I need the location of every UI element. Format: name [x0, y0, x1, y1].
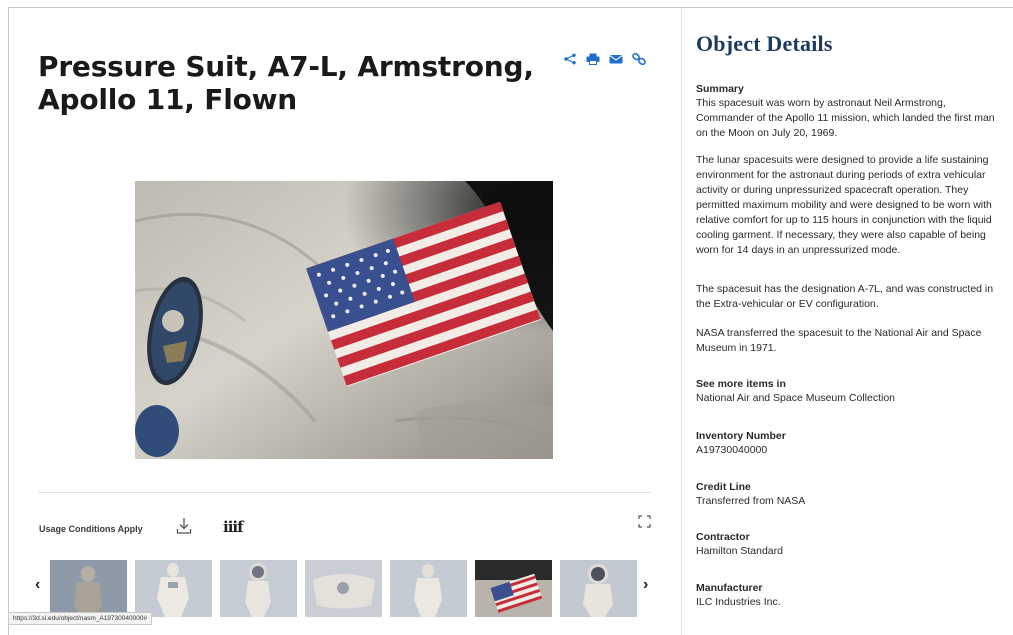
- summary-line: Museum in 1971.: [696, 342, 777, 354]
- thumbnail-item[interactable]: [475, 560, 552, 617]
- summary-line: activity or during unpressurized spacecr…: [696, 184, 969, 196]
- summary-line: The spacesuit has the designation A-7L, …: [696, 283, 994, 295]
- page-title: Pressure Suit, A7-L, Armstrong, Apollo 1…: [38, 50, 558, 116]
- summary-line: permitted maximum mobility and were desi…: [696, 199, 992, 211]
- collection-link[interactable]: National Air and Space Museum Collection: [696, 391, 1013, 406]
- link-icon[interactable]: [632, 53, 646, 65]
- summary-line: The lunar spacesuits were designed to pr…: [696, 154, 989, 166]
- print-icon[interactable]: [586, 53, 600, 65]
- manufacturer-value: ILC Industries Inc.: [696, 596, 781, 608]
- summary-paragraph-3: The spacesuit has the designation A-7L, …: [696, 282, 1013, 312]
- credit-line-section: Credit Line Transferred from NASA: [696, 480, 1013, 509]
- summary-line: the Extra-vehicular or EV configuration.: [696, 298, 879, 310]
- column-divider: [681, 8, 682, 635]
- summary-label: Summary: [696, 83, 744, 95]
- summary-paragraph-4: NASA transferred the spacesuit to the Na…: [696, 326, 1013, 356]
- status-bar-url: https://3d.si.edu/object/nasm_A197300400…: [8, 612, 153, 625]
- main-object-image[interactable]: [135, 181, 553, 459]
- usage-conditions-link[interactable]: Usage Conditions Apply: [39, 524, 143, 534]
- carousel-prev-button[interactable]: ‹: [35, 576, 40, 594]
- thumbnail-item[interactable]: [135, 560, 212, 617]
- see-more-section: See more items in National Air and Space…: [696, 377, 1013, 406]
- manufacturer-section: Manufacturer ILC Industries Inc.: [696, 581, 1013, 610]
- page-frame-top: [8, 7, 1013, 8]
- expand-icon[interactable]: [638, 515, 651, 528]
- thumbnail-item[interactable]: [50, 560, 127, 617]
- page-frame-left: [8, 7, 9, 635]
- summary-line: Commander of the Apollo 11 mission, whic…: [696, 112, 995, 124]
- title-line-1: Pressure Suit, A7-L, Armstrong,: [38, 50, 534, 83]
- title-line-2: Apollo 11, Flown: [38, 83, 298, 116]
- summary-line: worn for 14 days in an unpressurized mod…: [696, 244, 901, 256]
- share-icon[interactable]: [563, 53, 577, 65]
- contractor-value: Hamilton Standard: [696, 545, 783, 557]
- summary-line: cooling garment. If necessary, they were…: [696, 229, 986, 241]
- summary-section: Summary This spacesuit was worn by astro…: [696, 82, 1013, 141]
- summary-line: NASA transferred the spacesuit to the Na…: [696, 327, 982, 339]
- see-more-label: See more items in: [696, 378, 786, 390]
- thumbnail-carousel: ‹ ›: [35, 554, 665, 621]
- inventory-section: Inventory Number A19730040000: [696, 429, 1013, 458]
- credit-line-value: Transferred from NASA: [696, 495, 806, 507]
- thumbnail-item[interactable]: [220, 560, 297, 617]
- media-separator: [38, 492, 652, 493]
- summary-line: environment for the astronaut during per…: [696, 169, 986, 181]
- thumbnail-item[interactable]: [305, 560, 382, 617]
- contractor-label: Contractor: [696, 531, 750, 543]
- credit-line-label: Credit Line: [696, 481, 751, 493]
- summary-line: This spacesuit was worn by astronaut Nei…: [696, 97, 946, 109]
- inventory-label: Inventory Number: [696, 430, 786, 442]
- object-details-heading: Object Details: [696, 31, 833, 56]
- carousel-next-button[interactable]: ›: [643, 576, 648, 594]
- share-tools: [563, 53, 646, 65]
- thumbnail-item[interactable]: [390, 560, 467, 617]
- manufacturer-label: Manufacturer: [696, 582, 763, 594]
- thumbnail-item[interactable]: [560, 560, 637, 617]
- object-details-panel: Object Details Summary This spacesuit wa…: [696, 31, 1013, 608]
- email-icon[interactable]: [609, 53, 623, 65]
- download-icon[interactable]: [176, 517, 192, 535]
- iiif-icon[interactable]: iiif: [223, 518, 244, 536]
- summary-paragraph-2: The lunar spacesuits were designed to pr…: [696, 153, 1013, 258]
- summary-line: on the Moon on July 20, 1969.: [696, 127, 838, 139]
- inventory-value: A19730040000: [696, 444, 768, 456]
- summary-paragraph-1: This spacesuit was worn by astronaut Nei…: [696, 96, 1013, 141]
- contractor-section: Contractor Hamilton Standard: [696, 530, 1013, 559]
- summary-line: relative comfort for up to 115 hours in …: [696, 214, 992, 226]
